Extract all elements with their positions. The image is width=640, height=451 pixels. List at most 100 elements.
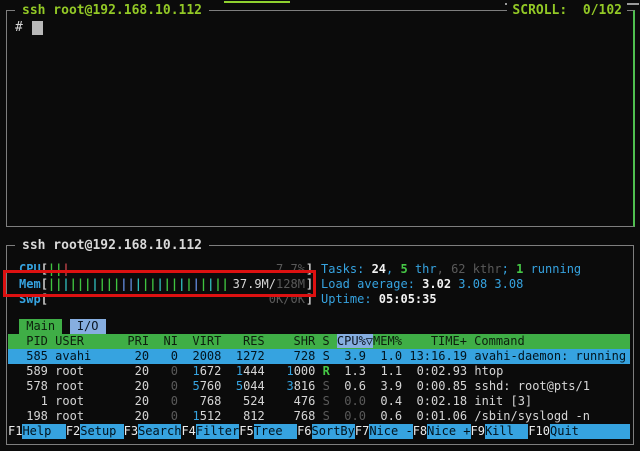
- process-row-1[interactable]: 1 root 20 0 768 524 476 S 0.0 0.4 0:02.1…: [8, 394, 630, 409]
- cell-gap: [330, 349, 337, 363]
- cell-user: root: [55, 409, 120, 423]
- tab-io[interactable]: I/O: [70, 319, 106, 334]
- cell-shr-magnitude: 1: [272, 364, 294, 378]
- cell-res: 812: [229, 409, 265, 423]
- fkey-label-setup[interactable]: Setup: [80, 424, 123, 439]
- tasks-segment: ;: [502, 262, 516, 276]
- fkey-f2[interactable]: F2: [66, 424, 80, 439]
- cell-gap: [221, 409, 228, 423]
- process-row-585[interactable]: 585 avahi 20 0 2008 1272 728 S 3.9 1.0 1…: [8, 349, 630, 364]
- fkey-f9[interactable]: F9: [471, 424, 485, 439]
- process-row-198[interactable]: 198 root 20 0 1512 812 768 S 0.0 0.6 0:0…: [8, 409, 630, 424]
- cell-gap: [315, 394, 322, 408]
- cell-gap: [315, 379, 322, 393]
- cell-user: root: [55, 394, 120, 408]
- tasks-line: Tasks: 24, 5 thr, 62 kthr; 1 running: [321, 262, 581, 277]
- function-key-bar: F1Help F2Setup F3SearchF4FilterF5Tree F6…: [8, 424, 630, 439]
- fkey-f6[interactable]: F6: [297, 424, 311, 439]
- load-average-segment: 3.08: [494, 277, 523, 291]
- tasks-segment: Tasks:: [321, 262, 372, 276]
- cell-gap: [330, 409, 337, 423]
- process-table-header[interactable]: PID USER PRI NI VIRT RES SHR S CPU%▽MEM%…: [8, 334, 630, 349]
- load-average-segment: 3.02: [422, 277, 458, 291]
- cell-shr-magnitude: 3: [272, 379, 294, 393]
- cell-virt-magnitude: 5: [185, 379, 199, 393]
- load-average-line: Load average: 3.02 3.08 3.08: [321, 277, 523, 292]
- cell-user: avahi: [55, 349, 120, 363]
- cell-s: S: [323, 394, 330, 408]
- fkey-label-search[interactable]: Search: [138, 424, 181, 439]
- cell-s: S: [323, 349, 330, 363]
- bottom-pane-title: ssh root@192.168.10.112: [15, 237, 209, 254]
- header-text: MEM% TIME+ Command: [373, 334, 525, 348]
- fkey-f8[interactable]: F8: [413, 424, 427, 439]
- cell-s: R: [323, 364, 330, 378]
- mem-annotation-box: [3, 270, 316, 297]
- fkey-label-filter[interactable]: Filter: [196, 424, 239, 439]
- fkey-f5[interactable]: F5: [239, 424, 253, 439]
- cell-gap: [330, 394, 337, 408]
- tab-gap: [62, 319, 69, 333]
- cell-mem: 0.4: [373, 394, 402, 408]
- process-row-578[interactable]: 578 root 20 0 5760 5044 3816 S 0.6 3.9 0…: [8, 379, 630, 394]
- fkey-label-quit[interactable]: Quit: [550, 424, 630, 439]
- cell-virt: 512: [200, 409, 222, 423]
- cell-virt: 768: [185, 394, 221, 408]
- cell-mem: 1.0: [373, 349, 402, 363]
- cell-pid: 585: [19, 349, 48, 363]
- tasks-segment: running: [523, 262, 581, 276]
- cell-gap: [265, 364, 272, 378]
- tasks-segment: 24: [372, 262, 386, 276]
- tasks-segment: thr: [408, 262, 437, 276]
- fkey-label-nice[interactable]: Nice -: [369, 424, 412, 439]
- cell-gap: [221, 379, 228, 393]
- cell-gap: [315, 364, 322, 378]
- cell-res: 272: [243, 349, 265, 363]
- cell-ni: 0: [156, 364, 178, 378]
- tasks-segment: ,: [437, 262, 451, 276]
- uptime-segment: Uptime:: [321, 292, 379, 306]
- cell-gap: [265, 409, 272, 423]
- cell-res-magnitude: 1: [229, 364, 243, 378]
- htop-screen-tabs: Main I/O: [19, 319, 106, 334]
- cell-gap: [265, 349, 272, 363]
- shell-prompt-line: #: [15, 20, 43, 36]
- top-pane[interactable]: ssh root@192.168.10.112 SCROLL: 0/102 #: [6, 10, 635, 227]
- cell-cpu: 0.0: [337, 409, 366, 423]
- cell-mem: 1.1: [373, 364, 402, 378]
- cell-gap: [221, 394, 228, 408]
- cell-cmd: sshd: root@pts/1: [474, 379, 590, 393]
- cell-ni: 0: [156, 379, 178, 393]
- cell-virt: 008: [200, 349, 222, 363]
- cell-virt-magnitude: 1: [185, 364, 199, 378]
- cell-user: root: [55, 379, 120, 393]
- cell-ni: 0: [156, 409, 178, 423]
- fkey-label-nice[interactable]: Nice +: [427, 424, 470, 439]
- cell-shr: 476: [272, 394, 315, 408]
- process-row-589[interactable]: 589 root 20 0 1672 1444 1000 R 1.3 1.1 0…: [8, 364, 630, 379]
- load-average-segment: Load average:: [321, 277, 422, 291]
- cell-gap: [265, 379, 272, 393]
- cell-s: S: [323, 379, 330, 393]
- cell-time: 0:01.06: [409, 409, 467, 423]
- tab-main[interactable]: Main: [19, 319, 62, 334]
- fkey-f3[interactable]: F3: [124, 424, 138, 439]
- tasks-segment: 5: [400, 262, 407, 276]
- cell-mem: 0.6: [373, 409, 402, 423]
- fkey-f7[interactable]: F7: [355, 424, 369, 439]
- fkey-label-help[interactable]: Help: [22, 424, 65, 439]
- tasks-segment: ,: [386, 262, 400, 276]
- fkey-f1[interactable]: F1: [8, 424, 22, 439]
- cell-cmd: init [3]: [474, 394, 532, 408]
- fkey-label-kill[interactable]: Kill: [485, 424, 528, 439]
- load-average-segment: 3.08: [458, 277, 494, 291]
- fkey-label-tree[interactable]: Tree: [254, 424, 297, 439]
- fkey-label-sortby[interactable]: SortBy: [312, 424, 355, 439]
- cell-res-magnitude: 5: [229, 379, 243, 393]
- prompt-char: #: [15, 20, 23, 35]
- cell-res: 444: [243, 364, 265, 378]
- sort-column-header[interactable]: CPU%▽: [337, 334, 373, 348]
- fkey-f4[interactable]: F4: [181, 424, 195, 439]
- cell-time: 0:00.85: [409, 379, 467, 393]
- fkey-f10[interactable]: F10: [528, 424, 550, 439]
